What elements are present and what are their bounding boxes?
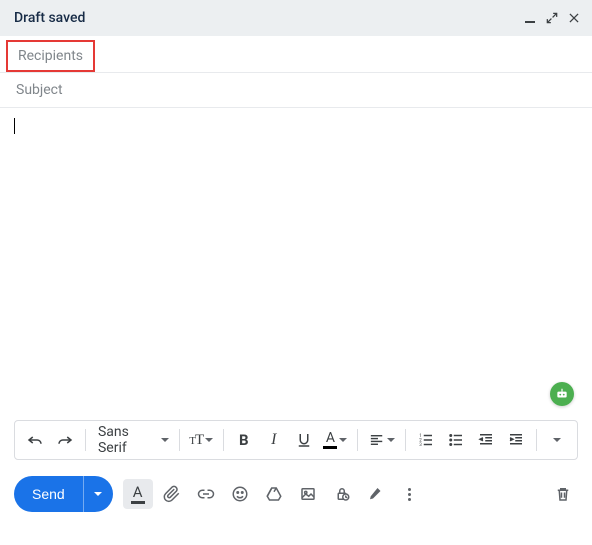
redo-icon[interactable] bbox=[51, 426, 79, 454]
text-cursor bbox=[14, 118, 15, 134]
subject-input[interactable] bbox=[14, 81, 578, 99]
confidential-mode-icon[interactable] bbox=[327, 479, 357, 509]
chevron-down-icon bbox=[553, 438, 561, 442]
chevron-down-icon bbox=[205, 438, 213, 442]
bulleted-list-button[interactable] bbox=[442, 426, 470, 454]
header-title: Draft saved bbox=[14, 10, 85, 26]
chevron-down-icon bbox=[339, 438, 347, 442]
toolbar-divider bbox=[223, 429, 224, 451]
more-formatting-button[interactable] bbox=[543, 426, 571, 454]
insert-link-icon[interactable] bbox=[191, 479, 221, 509]
assistant-badge-icon[interactable] bbox=[550, 382, 574, 406]
formatting-toggle-button[interactable]: A bbox=[123, 479, 153, 509]
emoji-icon[interactable] bbox=[225, 479, 255, 509]
recipients-placeholder: Recipients bbox=[18, 48, 83, 64]
attach-file-icon[interactable] bbox=[157, 479, 187, 509]
insert-photo-icon[interactable] bbox=[293, 479, 323, 509]
numbered-list-button[interactable]: 123 bbox=[412, 426, 440, 454]
highlight-annotation: Recipients bbox=[6, 40, 95, 72]
bold-button[interactable]: B bbox=[230, 426, 258, 454]
italic-button[interactable]: I bbox=[260, 426, 288, 454]
toolbar-divider bbox=[405, 429, 406, 451]
message-body[interactable] bbox=[0, 108, 592, 414]
send-button[interactable]: Send bbox=[14, 476, 83, 512]
font-size-select[interactable]: TT bbox=[186, 426, 217, 454]
indent-more-button[interactable] bbox=[502, 426, 530, 454]
send-group: Send bbox=[14, 476, 113, 512]
svg-text:3: 3 bbox=[419, 442, 422, 448]
header-controls bbox=[522, 10, 582, 26]
undo-icon[interactable] bbox=[21, 426, 49, 454]
compose-footer: Send A bbox=[0, 466, 592, 526]
minimize-icon[interactable] bbox=[522, 10, 538, 26]
signature-pen-icon[interactable] bbox=[361, 479, 391, 509]
align-button[interactable] bbox=[364, 426, 399, 454]
fullscreen-icon[interactable] bbox=[544, 10, 560, 26]
font-family-label: Sans Serif bbox=[98, 424, 159, 456]
toolbar-divider bbox=[357, 429, 358, 451]
indent-less-button[interactable] bbox=[472, 426, 500, 454]
toolbar-divider bbox=[85, 429, 86, 451]
send-options-button[interactable] bbox=[83, 476, 113, 512]
font-family-select[interactable]: Sans Serif bbox=[92, 424, 173, 456]
close-icon[interactable] bbox=[566, 10, 582, 26]
chevron-down-icon bbox=[94, 492, 102, 496]
drive-icon[interactable] bbox=[259, 479, 289, 509]
recipients-row[interactable]: Recipients bbox=[0, 36, 592, 73]
text-color-button[interactable]: A bbox=[320, 426, 351, 454]
chevron-down-icon bbox=[387, 438, 395, 442]
subject-row[interactable] bbox=[0, 73, 592, 108]
underline-button[interactable] bbox=[290, 426, 318, 454]
chevron-down-icon bbox=[161, 438, 169, 442]
discard-draft-icon[interactable] bbox=[548, 479, 578, 509]
toolbar-divider bbox=[536, 429, 537, 451]
compose-header: Draft saved bbox=[0, 0, 592, 36]
format-toolbar: Sans Serif TT B I A 123 bbox=[14, 420, 578, 460]
more-options-icon[interactable] bbox=[395, 479, 425, 509]
toolbar-divider bbox=[179, 429, 180, 451]
